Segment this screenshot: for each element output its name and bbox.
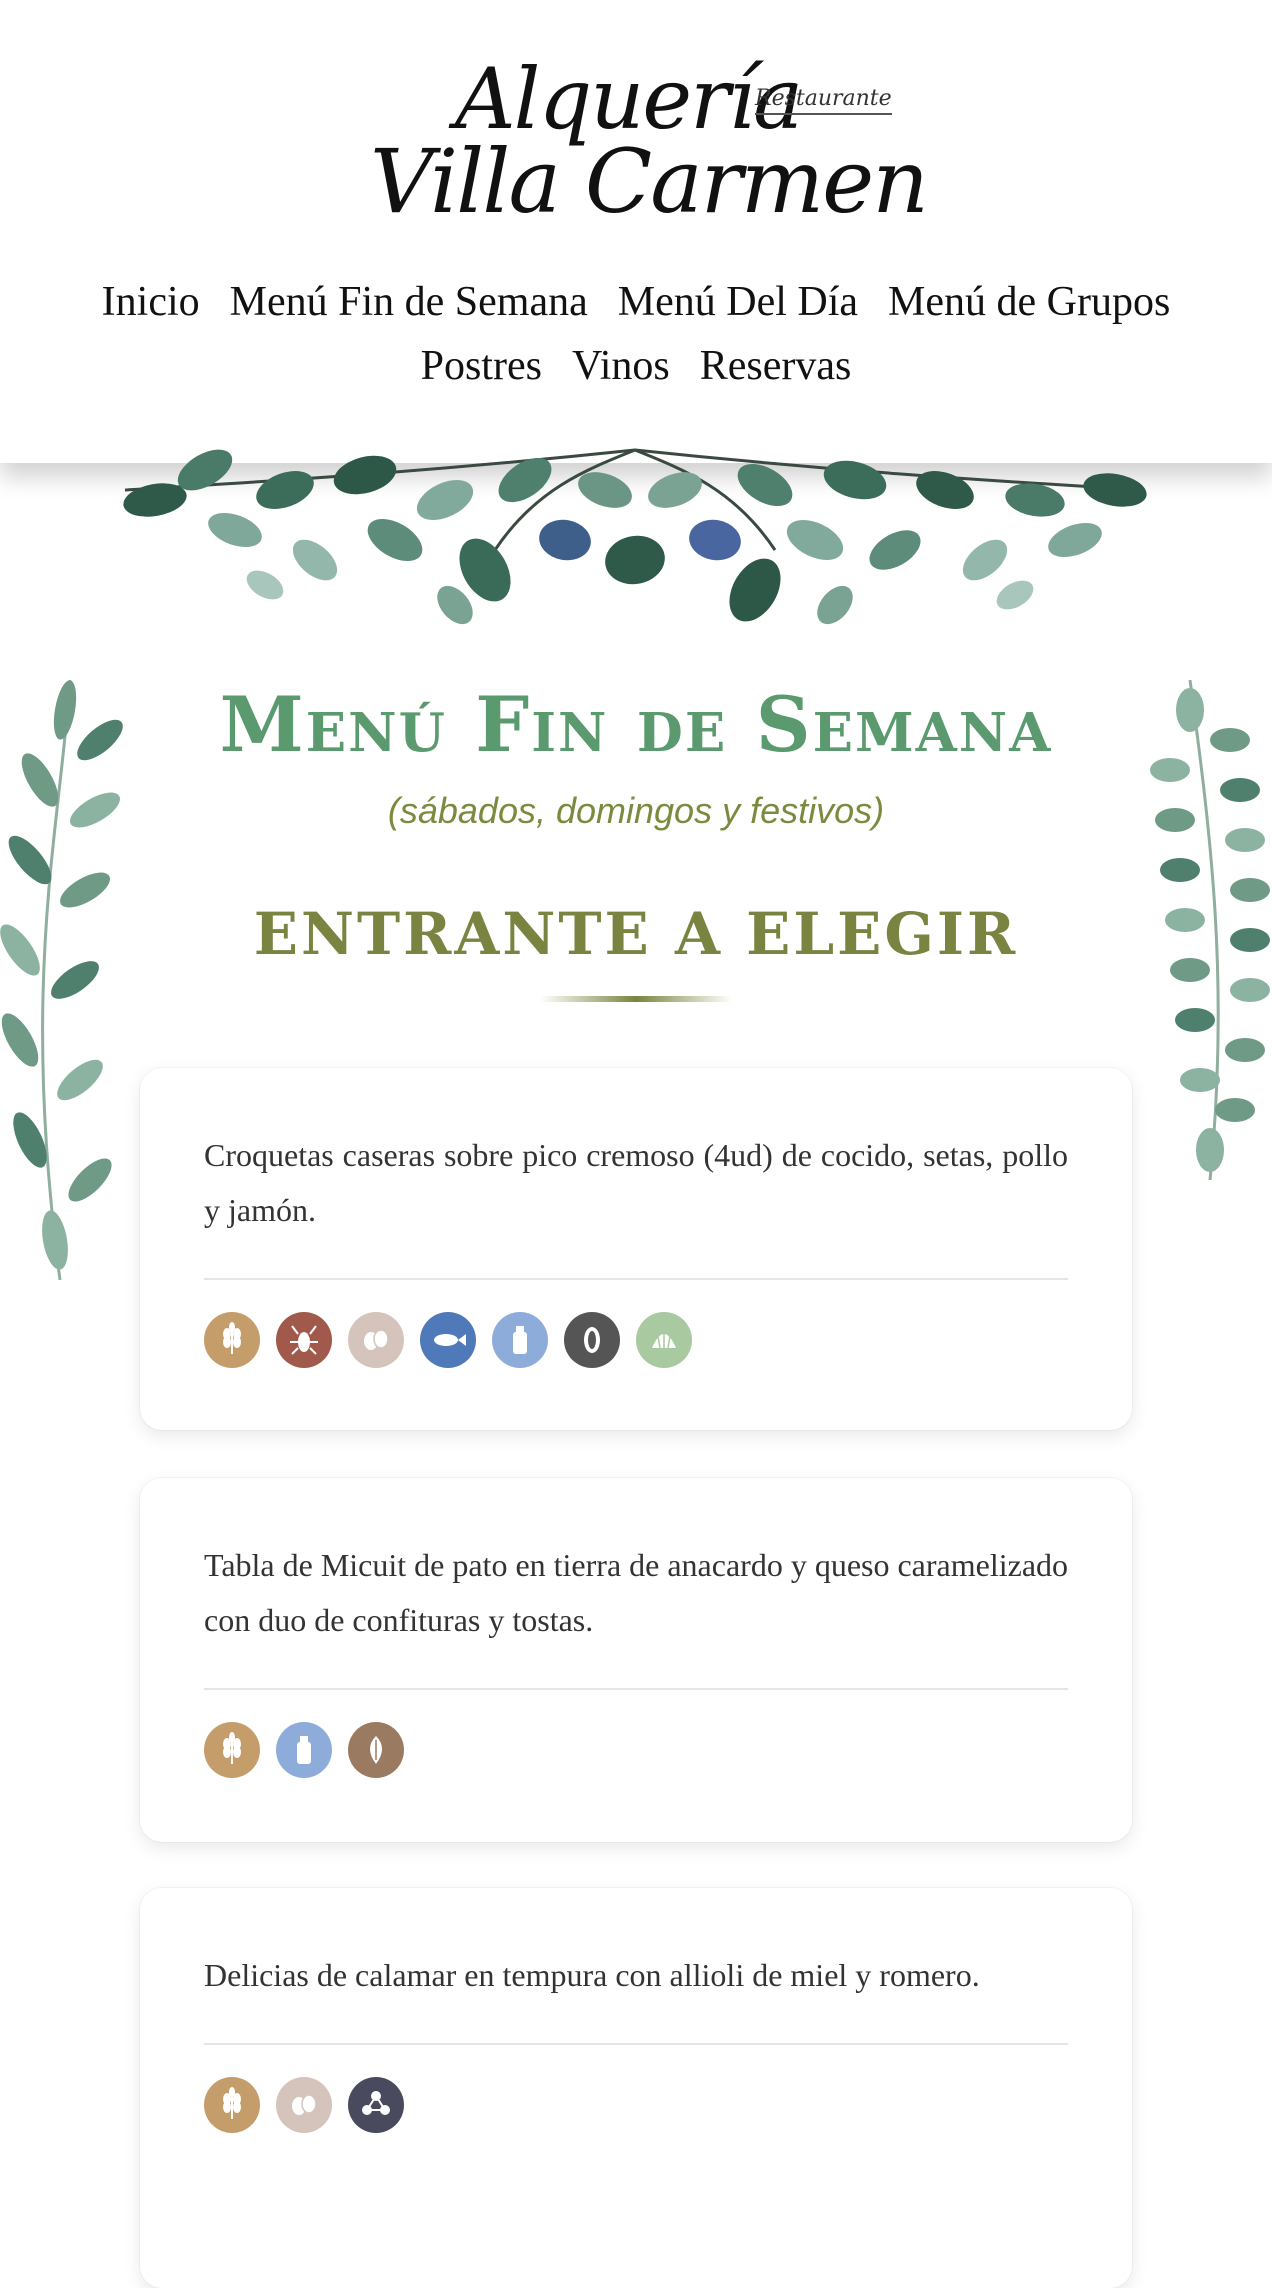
gluten-allergen-icon <box>204 2077 260 2133</box>
gluten-allergen-icon <box>204 1312 260 1368</box>
fish-allergen-icon <box>420 1312 476 1368</box>
card-divider <box>204 2043 1068 2045</box>
nav-menu-del-dia[interactable]: Menú Del Día <box>618 270 858 334</box>
logo-line-2: Villa Carmen <box>370 130 929 233</box>
dish-description: Croquetas caseras sobre pico cremoso (4u… <box>204 1137 1068 1228</box>
card-divider <box>204 1278 1068 1280</box>
leaf-garland-decoration <box>123 448 1147 625</box>
dish-card: Tabla de Micuit de pato en tierra de ana… <box>140 1478 1132 1842</box>
gluten-allergen-icon <box>204 1722 260 1778</box>
nav-menu-fin-de-semana[interactable]: Menú Fin de Semana <box>230 270 588 334</box>
nav-postres[interactable]: Postres <box>421 334 542 398</box>
milk-allergen-icon <box>492 1312 548 1368</box>
allergen-list <box>204 2077 1068 2133</box>
logo-tag: Restaurante <box>755 86 892 115</box>
allergen-list <box>204 1312 1068 1368</box>
page-subtitle: (sábados, domingos y festivos) <box>387 790 885 831</box>
dish-card: Croquetas caseras sobre pico cremoso (4u… <box>140 1068 1132 1430</box>
peanuts-allergen-icon <box>564 1312 620 1368</box>
dish-card: Delicias de calamar en tempura con allio… <box>140 1888 1132 2288</box>
nav-menu-de-grupos[interactable]: Menú de Grupos <box>888 270 1170 334</box>
eggs-allergen-icon <box>348 1312 404 1368</box>
nav-inicio[interactable]: Inicio <box>102 270 200 334</box>
crustaceans-allergen-icon <box>276 1312 332 1368</box>
page-title: Menú Fin de Semana <box>219 680 1053 769</box>
allergen-list <box>204 1722 1068 1778</box>
molluscs-allergen-icon <box>636 1312 692 1368</box>
milk-allergen-icon <box>276 1722 332 1778</box>
brand-logo[interactable]: Alquería Restaurante Villa Carmen <box>360 50 940 233</box>
sulphites-allergen-icon <box>348 2077 404 2133</box>
nuts-allergen-icon <box>348 1722 404 1778</box>
card-divider <box>204 1688 1068 1690</box>
dish-description: Delicias de calamar en tempura con allio… <box>204 1957 980 1993</box>
main-nav: Inicio Menú Fin de Semana Menú Del Día M… <box>0 270 1272 398</box>
dish-description: Tabla de Micuit de pato en tierra de ana… <box>204 1547 1069 1638</box>
nav-reservas[interactable]: Reservas <box>700 334 852 398</box>
section-underline <box>540 996 732 1002</box>
eggs-allergen-icon <box>276 2077 332 2133</box>
left-branch-decoration <box>0 680 123 1280</box>
site-header: Alquería Restaurante Villa Carmen Inicio… <box>0 0 1272 463</box>
section-title: ENTRANTE A ELEGIR <box>253 900 1019 968</box>
nav-vinos[interactable]: Vinos <box>572 334 670 398</box>
